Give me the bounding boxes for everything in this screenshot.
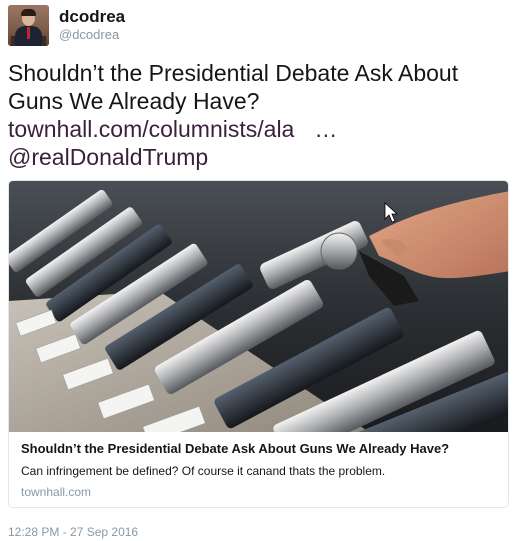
user-names: dcodrea @dcodrea	[59, 7, 125, 43]
avatar[interactable]	[8, 4, 49, 46]
link-ellipsis: …	[314, 116, 338, 142]
user-handle[interactable]: @dcodrea	[59, 27, 125, 43]
tweet-body-text: Shouldn’t the Presidential Debate Ask Ab…	[8, 60, 459, 114]
card-description: Can infringement be defined? Of course i…	[21, 464, 386, 478]
mention-link[interactable]: @realDonaldTrump	[8, 144, 208, 170]
link-card[interactable]: Shouldn’t the Presidential Debate Ask Ab…	[8, 180, 509, 508]
display-name[interactable]: dcodrea	[59, 7, 125, 27]
card-domain: townhall.com	[21, 485, 92, 499]
card-title[interactable]: Shouldn’t the Presidential Debate Ask Ab…	[21, 440, 496, 458]
card-image[interactable]	[9, 181, 508, 432]
tweet-header: dcodrea @dcodrea	[8, 2, 125, 48]
gun-display-photo-icon	[9, 181, 508, 432]
card-body: Shouldn’t the Presidential Debate Ask Ab…	[9, 432, 508, 501]
tweet-timestamp[interactable]: 12:28 PM - 27 Sep 2016	[8, 524, 138, 540]
tweet-text: Shouldn’t the Presidential Debate Ask Ab…	[8, 59, 508, 171]
tweet-link[interactable]: townhall.com/columnists/ala	[8, 116, 294, 142]
tweet: dcodrea @dcodrea Shouldn’t the President…	[0, 0, 513, 541]
